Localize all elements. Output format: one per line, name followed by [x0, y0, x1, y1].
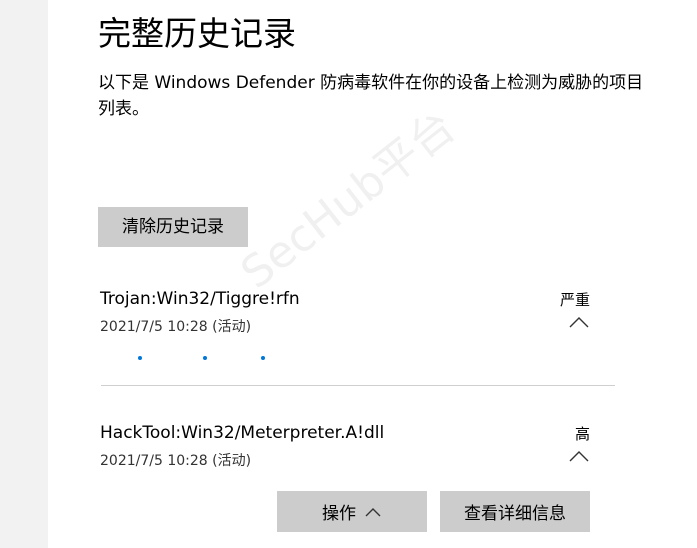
- threat-severity: 严重: [559, 291, 590, 309]
- divider: [101, 385, 615, 386]
- page-description: 以下是 Windows Defender 防病毒软件在你的设备上检测为威胁的项目…: [98, 73, 644, 119]
- threat-severity: 高: [574, 425, 590, 443]
- loading-dot: [203, 356, 207, 360]
- threat-name: HackTool:Win32/Meterpreter.A!dll: [100, 423, 385, 443]
- threat-date: 2021/7/5 10:28 (活动): [100, 319, 252, 335]
- actions-button[interactable]: 操作: [277, 491, 427, 532]
- view-details-button[interactable]: 查看详细信息: [440, 491, 590, 532]
- threat-date: 2021/7/5 10:28 (活动): [100, 453, 252, 469]
- loading-dots: [136, 356, 276, 362]
- threat-item[interactable]: HackTool:Win32/Meterpreter.A!dll 2021/7/…: [100, 423, 590, 473]
- loading-dot: [138, 356, 142, 360]
- chevron-up-icon[interactable]: [568, 315, 590, 329]
- page-title: 完整历史记录: [98, 14, 296, 53]
- threat-item[interactable]: Trojan:Win32/Tiggre!rfn 2021/7/5 10:28 (…: [100, 289, 590, 339]
- chevron-up-icon: [365, 507, 381, 516]
- watermark: SecHub平台: [231, 101, 465, 299]
- clear-history-button[interactable]: 清除历史记录: [98, 207, 248, 247]
- threat-name: Trojan:Win32/Tiggre!rfn: [100, 289, 300, 309]
- chevron-up-icon[interactable]: [568, 449, 590, 463]
- actions-button-label: 操作: [322, 504, 356, 524]
- loading-dot: [261, 356, 265, 360]
- left-navigation-pane: [0, 0, 48, 548]
